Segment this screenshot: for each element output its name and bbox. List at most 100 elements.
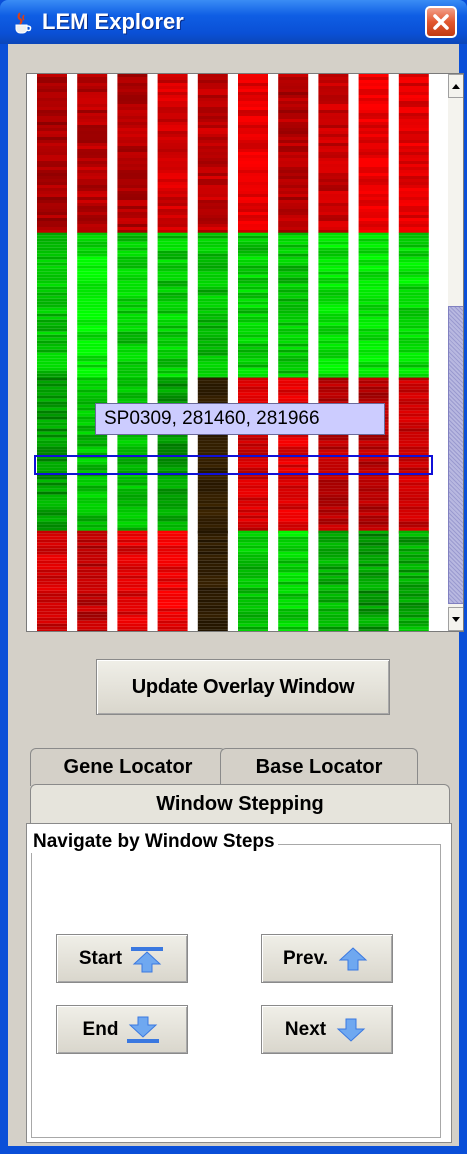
heatmap-cell: [238, 176, 268, 179]
heatmap-cell: [398, 355, 429, 359]
heatmap-cell: [77, 227, 108, 230]
heatmap-cell: [117, 355, 148, 359]
heatmap-cell: [197, 343, 228, 347]
heatmap-panel[interactable]: SP0309, 281460, 281966: [26, 73, 464, 632]
heatmap-column-7[interactable]: [278, 74, 309, 631]
heatmap-cell: [278, 176, 309, 179]
overlay-window-selection[interactable]: [34, 455, 433, 475]
heatmap-cell: [238, 334, 268, 338]
heatmap-cell: [318, 161, 349, 164]
heatmap-cell: [238, 206, 268, 209]
heatmap-cell: [37, 611, 67, 615]
heatmap-cell: [37, 295, 67, 299]
heatmap-column-6[interactable]: [238, 74, 268, 631]
expression-heatmap[interactable]: [27, 74, 448, 631]
heatmap-cell: [398, 322, 429, 326]
heatmap-cell: [238, 77, 268, 80]
close-button[interactable]: [425, 6, 457, 38]
tab-window-stepping[interactable]: Window Stepping: [30, 784, 450, 824]
heatmap-column-5[interactable]: [197, 74, 228, 631]
heatmap-cell: [238, 530, 268, 534]
heatmap-column-2[interactable]: [77, 74, 108, 631]
update-overlay-window-button[interactable]: Update Overlay Window: [96, 659, 390, 715]
heatmap-cell: [238, 137, 268, 140]
tab-gene-locator[interactable]: Gene Locator: [30, 748, 226, 786]
heatmap-cell: [398, 596, 429, 600]
heatmap-cell: [197, 485, 228, 489]
heatmap-cell: [358, 179, 389, 182]
prev-button[interactable]: Prev.: [261, 934, 393, 983]
heatmap-cell: [117, 232, 148, 236]
heatmap-cell: [278, 328, 309, 332]
heatmap-cell: [358, 224, 389, 227]
heatmap-cell: [358, 440, 389, 444]
heatmap-cell: [197, 626, 228, 630]
heatmap-cell: [37, 101, 67, 104]
heatmap-cell: [117, 316, 148, 320]
heatmap-cell: [278, 539, 309, 543]
end-button[interactable]: End: [56, 1005, 188, 1054]
heatmap-cell: [157, 512, 188, 516]
heatmap-cell: [77, 569, 108, 573]
heatmap-cell: [278, 164, 309, 167]
heatmap-cell: [77, 521, 108, 525]
heatmap-cell: [318, 608, 349, 612]
heatmap-column-10[interactable]: [398, 74, 429, 631]
heatmap-cell: [157, 503, 188, 507]
heatmap-cell: [157, 268, 188, 272]
scroll-up-button[interactable]: [448, 74, 463, 98]
heatmap-cell: [157, 259, 188, 263]
heatmap-cell: [197, 256, 228, 260]
heatmap-cell: [238, 548, 268, 552]
heatmap-cell: [278, 209, 309, 212]
heatmap-cell: [318, 545, 349, 549]
heatmap-cell: [238, 527, 268, 531]
heatmap-column-4[interactable]: [157, 74, 188, 631]
heatmap-cell: [358, 107, 389, 110]
heatmap-cell: [318, 92, 349, 95]
heatmap-cell: [398, 247, 429, 251]
heatmap-cell: [117, 590, 148, 594]
heatmap-cell: [358, 530, 389, 534]
heatmap-column-9[interactable]: [358, 74, 389, 631]
heatmap-cell: [278, 569, 309, 573]
heatmap-cell: [197, 340, 228, 344]
heatmap-column-8[interactable]: [318, 74, 349, 631]
heatmap-cell: [197, 572, 228, 576]
heatmap-cell: [318, 509, 349, 513]
heatmap-cell: [318, 328, 349, 332]
heatmap-cell: [358, 443, 389, 447]
heatmap-column-3[interactable]: [117, 74, 148, 631]
heatmap-cell: [278, 218, 309, 221]
heatmap-cell: [77, 346, 108, 350]
heatmap-cell: [398, 80, 429, 83]
heatmap-cell: [117, 319, 148, 323]
heatmap-cell: [37, 512, 67, 516]
next-button[interactable]: Next: [261, 1005, 393, 1054]
heatmap-cell: [238, 590, 268, 594]
heatmap-cell: [358, 617, 389, 621]
scrollbar-thumb[interactable]: [448, 306, 463, 604]
scroll-down-button[interactable]: [448, 607, 463, 631]
heatmap-cell: [358, 370, 389, 374]
heatmap-cell: [398, 301, 429, 305]
heatmap-cell: [398, 286, 429, 290]
heatmap-cell: [157, 131, 188, 134]
heatmap-cell: [117, 512, 148, 516]
heatmap-cell: [398, 265, 429, 269]
heatmap-cell: [398, 221, 429, 224]
heatmap-cell: [77, 137, 108, 140]
start-button[interactable]: Start: [56, 934, 188, 983]
tab-base-locator[interactable]: Base Locator: [220, 748, 418, 786]
title-bar[interactable]: LEM Explorer: [0, 0, 467, 44]
heatmap-column-1[interactable]: [37, 74, 67, 631]
heatmap-cell: [278, 283, 309, 287]
heatmap-cell: [318, 626, 349, 630]
heatmap-cell: [157, 176, 188, 179]
heatmap-cell: [37, 143, 67, 146]
heatmap-cell: [77, 170, 108, 173]
heatmap-cell: [197, 629, 228, 631]
heatmap-cell: [157, 158, 188, 161]
heatmap-cell: [37, 392, 67, 396]
vertical-scrollbar[interactable]: [448, 74, 463, 631]
